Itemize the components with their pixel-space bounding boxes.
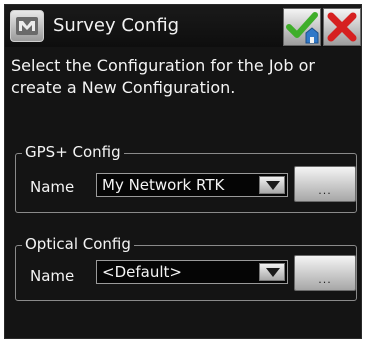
instruction-text: Select the Configuration for the Job or …: [11, 56, 315, 97]
chevron-down-icon: [266, 268, 280, 277]
survey-config-dialog: Survey Config Select the Configuration f…: [4, 4, 362, 339]
close-icon: [327, 12, 357, 42]
checkmark-icon: [286, 12, 319, 44]
optical-dropdown-button[interactable]: [259, 263, 285, 281]
title-bar: Survey Config: [5, 5, 361, 47]
optical-name-label: Name: [30, 267, 75, 285]
optical-config-legend: Optical Config: [22, 234, 134, 254]
ok-button[interactable]: [283, 8, 321, 46]
optical-config-browse-button[interactable]: ...: [294, 255, 356, 291]
gps-name-label: Name: [30, 178, 75, 196]
optical-config-select[interactable]: <Default>: [96, 260, 288, 284]
survey-app-icon[interactable]: [10, 10, 44, 42]
gps-config-select[interactable]: My Network RTK: [96, 173, 288, 197]
optical-config-group: Optical Config Name <Default> ...: [15, 234, 357, 301]
optical-browse-label: ...: [318, 273, 332, 286]
gps-config-legend: GPS+ Config: [22, 142, 124, 162]
window-title: Survey Config: [53, 15, 180, 36]
cancel-button[interactable]: [323, 8, 361, 46]
optical-config-value: <Default>: [102, 263, 182, 281]
gps-config-group: GPS+ Config Name My Network RTK ...: [15, 142, 357, 213]
gps-config-browse-button[interactable]: ...: [294, 166, 356, 202]
chevron-down-icon: [266, 181, 280, 190]
gps-dropdown-button[interactable]: [259, 176, 285, 194]
gps-config-value: My Network RTK: [102, 176, 225, 194]
gps-browse-label: ...: [318, 184, 332, 197]
mountain-logo-icon: [16, 17, 38, 35]
